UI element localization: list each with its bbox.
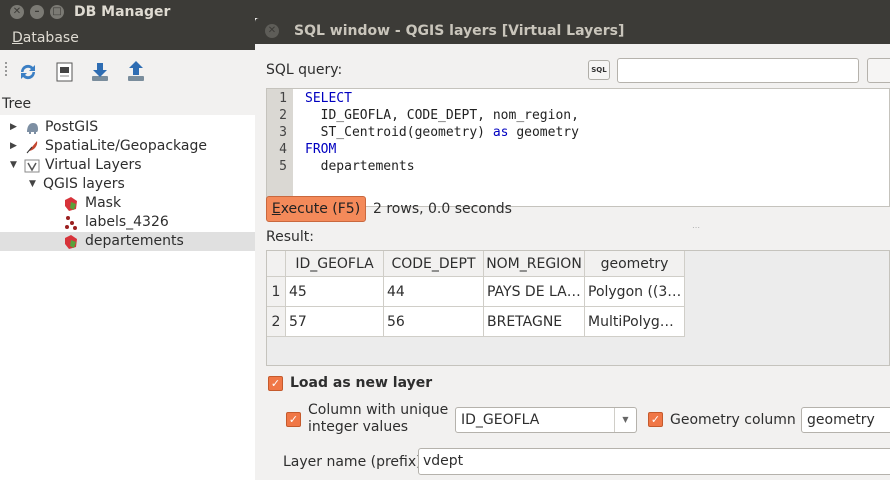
unique-column-checkbox[interactable]: ✓ (286, 412, 301, 427)
menu-database[interactable]: Database (12, 30, 79, 46)
table-cell[interactable]: 44 (384, 277, 484, 307)
line-number: 1 (279, 91, 287, 106)
sql-window-titlebar: ✕ SQL window - QGIS layers [Virtual Laye… (255, 18, 890, 44)
export-layer-icon[interactable] (124, 60, 148, 84)
column-header[interactable]: geometry (585, 251, 685, 277)
tree-item-label: departements (85, 233, 184, 249)
tree-item-virtual-layers[interactable]: ▼ Virtual Layers (0, 156, 255, 175)
geometry-column-checkbox[interactable]: ✓ (648, 412, 663, 427)
tree-item-mask[interactable]: Mask (0, 194, 255, 213)
execution-status: 2 rows, 0.0 seconds (373, 201, 512, 217)
code-line: SELECT (305, 91, 352, 106)
sql-query-builder-button[interactable]: SQL (588, 60, 610, 80)
tree-item-label: SpatiaLite/Geopackage (45, 138, 207, 154)
tree-item-spatialite[interactable]: ▶ SpatiaLite/Geopackage (0, 137, 255, 156)
table-cell[interactable]: Polygon ((3… (585, 277, 685, 307)
tree-label: Tree (2, 96, 32, 112)
window-title: SQL window - QGIS layers [Virtual Layers… (294, 23, 625, 39)
load-as-layer-label: Load as new layer (290, 375, 433, 391)
result-label: Result: (266, 229, 314, 245)
geometry-column-value: geometry (807, 412, 875, 428)
tree-item-departements[interactable]: departements (0, 232, 255, 251)
tree-item-label: Mask (85, 195, 122, 211)
layer-name-input[interactable]: vdept (418, 448, 890, 475)
close-icon[interactable]: ✕ (265, 24, 279, 38)
unique-column-label-line2: integer values (308, 419, 409, 435)
sql-editor[interactable]: 1 2 3 4 5 SELECT ID_GEOFLA, CODE_DEPT, n… (266, 88, 890, 207)
layer-name-label: Layer name (prefix) (283, 454, 422, 470)
virtual-layers-icon (24, 159, 40, 173)
tree-item-label: PostGIS (45, 119, 99, 135)
column-header[interactable]: ID_GEOFLA (286, 251, 384, 277)
line-number-gutter: 1 2 3 4 5 (267, 89, 293, 206)
column-header[interactable]: NOM_REGION (484, 251, 585, 277)
table-cell[interactable]: 57 (286, 307, 384, 337)
unique-column-select[interactable]: ID_GEOFLA ▼ (455, 407, 637, 433)
polygon-layer-icon (65, 197, 77, 211)
tree-item-labels-4326[interactable]: labels_4326 (0, 213, 255, 232)
table-cell[interactable]: 56 (384, 307, 484, 337)
unique-column-label: Column with unique integer values (308, 402, 448, 436)
table-cell[interactable]: BRETAGNE (484, 307, 585, 337)
tree-item-label: QGIS layers (43, 176, 125, 192)
tree-item-qgis-layers[interactable]: ▼ QGIS layers (0, 175, 255, 194)
table-cell[interactable]: PAYS DE LA… (484, 277, 585, 307)
splitter-handle[interactable]: ⋯ (692, 223, 701, 232)
expand-arrow-icon[interactable]: ▶ (10, 118, 17, 137)
line-number: 4 (279, 142, 287, 157)
toolbar-grip[interactable] (4, 60, 8, 80)
code-line: departements (305, 159, 415, 174)
tree-item-postgis[interactable]: ▶ PostGIS (0, 118, 255, 137)
collapse-arrow-icon[interactable]: ▼ (10, 156, 17, 175)
expand-arrow-icon[interactable]: ▶ (10, 137, 17, 156)
column-header[interactable]: CODE_DEPT (384, 251, 484, 277)
query-name-input[interactable] (617, 58, 859, 83)
unique-column-label-line1: Column with unique (308, 402, 449, 418)
minimize-icon[interactable]: – (30, 5, 44, 19)
sql-window: ✕ SQL window - QGIS layers [Virtual Laye… (255, 18, 890, 480)
close-icon[interactable]: ✕ (10, 5, 24, 19)
code-line: ST_Centroid(geometry) as geometry (305, 125, 579, 140)
geometry-column-select[interactable]: geometry (801, 407, 890, 433)
maximize-icon[interactable]: □ (50, 5, 64, 19)
window-title: DB Manager (74, 4, 171, 20)
tree-item-label: Virtual Layers (45, 157, 142, 173)
line-number: 2 (279, 108, 287, 123)
unique-column-value: ID_GEOFLA (461, 412, 540, 428)
point-layer-icon (65, 216, 77, 230)
info-document-icon[interactable] (53, 60, 77, 84)
load-query-button[interactable] (867, 58, 890, 83)
result-table[interactable]: ID_GEOFLA CODE_DEPT NOM_REGION geometry … (266, 250, 890, 366)
row-header[interactable]: 2 (267, 307, 286, 337)
execute-button[interactable]: Execute (F5) (266, 196, 366, 222)
chevron-down-icon[interactable]: ▼ (614, 408, 636, 432)
postgis-elephant-icon (27, 123, 38, 134)
row-header[interactable]: 1 (267, 277, 286, 307)
table-cell[interactable]: MultiPolyg… (585, 307, 685, 337)
line-number: 5 (279, 159, 287, 174)
import-layer-icon[interactable] (88, 60, 112, 84)
line-number: 3 (279, 125, 287, 140)
collapse-arrow-icon[interactable]: ▼ (29, 175, 36, 194)
refresh-icon[interactable] (16, 60, 40, 84)
sql-query-label: SQL query: (266, 62, 343, 78)
geometry-column-label: Geometry column (670, 412, 796, 428)
layer-name-value: vdept (423, 453, 464, 469)
provider-tree: ▶ PostGIS ▶ SpatiaLite/Geopackage ▼ Virt… (0, 115, 255, 480)
corner-header[interactable] (267, 251, 286, 277)
code-line: FROM (305, 142, 337, 157)
spatialite-feather-icon (26, 141, 38, 154)
table-cell[interactable]: 45 (286, 277, 384, 307)
polygon-layer-icon (65, 235, 77, 249)
code-line: ID_GEOFLA, CODE_DEPT, nom_region, (305, 108, 579, 123)
sql-keyword: as (492, 125, 509, 140)
tree-item-label: labels_4326 (85, 214, 169, 230)
load-as-layer-checkbox[interactable]: ✓ (268, 376, 283, 391)
